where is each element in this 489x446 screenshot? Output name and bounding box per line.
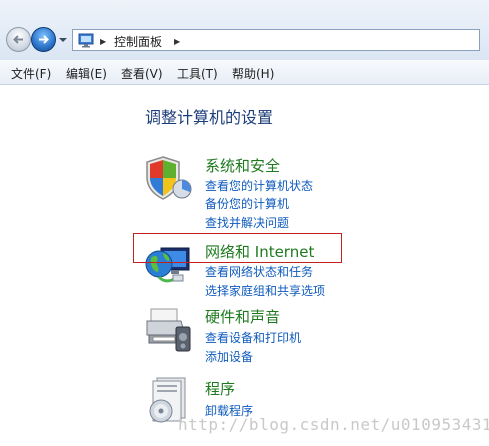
category-system-security[interactable]: 系统和安全 (205, 155, 280, 176)
arrow-left-icon (13, 35, 23, 44)
arrow-right-icon (39, 35, 49, 44)
category-programs[interactable]: 程序 (205, 378, 235, 399)
watermark-text: http://blog.csdn.net/u010953431 (178, 415, 489, 434)
address-bar[interactable]: ▶ 控制面板 ▶ (72, 29, 480, 51)
category-hardware-sound[interactable]: 硬件和声音 (205, 306, 280, 327)
breadcrumb-separator-icon[interactable]: ▶ (174, 37, 180, 46)
menu-file[interactable]: 文件(F) (11, 65, 51, 82)
link-add-device[interactable]: 添加设备 (205, 348, 253, 365)
link-backup-computer[interactable]: 备份您的计算机 (205, 195, 289, 212)
printer-icon[interactable] (143, 305, 193, 355)
breadcrumb-control-panel[interactable]: 控制面板 (114, 33, 162, 50)
highlight-annotation-box (133, 233, 342, 263)
breadcrumb-separator-icon[interactable]: ▶ (100, 37, 106, 46)
link-devices-printers[interactable]: 查看设备和打印机 (205, 329, 301, 346)
menu-help[interactable]: 帮助(H) (232, 65, 274, 82)
shield-icon[interactable] (143, 153, 193, 203)
page-title: 调整计算机的设置 (145, 108, 274, 127)
menu-bar: 文件(F) 编辑(E) 查看(V) 工具(T) 帮助(H) (0, 60, 489, 85)
link-homegroup-sharing[interactable]: 选择家庭组和共享选项 (205, 282, 325, 299)
forward-button[interactable] (31, 27, 56, 52)
menu-view[interactable]: 查看(V) (121, 65, 163, 82)
recent-pages-dropdown-icon[interactable] (58, 36, 68, 44)
back-button[interactable] (6, 27, 31, 52)
link-troubleshoot[interactable]: 查找并解决问题 (205, 214, 289, 231)
link-network-status[interactable]: 查看网络状态和任务 (205, 263, 313, 280)
control-panel-icon (78, 33, 94, 48)
link-view-computer-status[interactable]: 查看您的计算机状态 (205, 177, 313, 194)
menu-edit[interactable]: 编辑(E) (66, 65, 107, 82)
address-toolbar: ▶ 控制面板 ▶ (0, 0, 489, 61)
menu-tools[interactable]: 工具(T) (177, 65, 218, 82)
